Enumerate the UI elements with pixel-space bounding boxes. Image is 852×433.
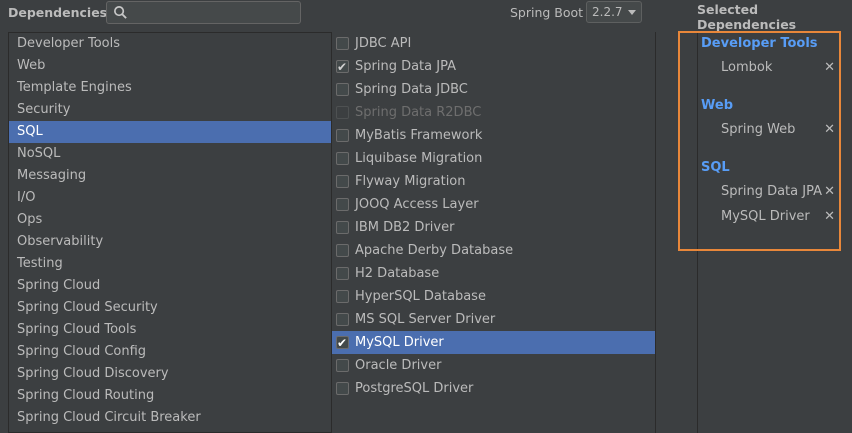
dependency-item: Spring Data R2DBC bbox=[332, 101, 655, 124]
category-item[interactable]: I/O bbox=[9, 187, 331, 209]
dependency-item[interactable]: JOOQ Access Layer bbox=[332, 193, 655, 216]
category-item[interactable]: Spring Cloud Tools bbox=[9, 319, 331, 341]
dependency-label: MS SQL Server Driver bbox=[355, 312, 496, 327]
chevron-down-icon bbox=[628, 10, 636, 15]
category-item[interactable]: SQL bbox=[9, 121, 331, 143]
dependency-label: IBM DB2 Driver bbox=[355, 220, 455, 235]
category-item[interactable]: Observability bbox=[9, 231, 331, 253]
category-item[interactable]: Security bbox=[9, 99, 331, 121]
category-item[interactable]: Spring Cloud Circuit Breaker bbox=[9, 407, 331, 429]
search-input[interactable] bbox=[133, 3, 293, 22]
checkbox[interactable] bbox=[336, 290, 349, 303]
remove-icon[interactable]: ✕ bbox=[824, 120, 835, 140]
category-item[interactable]: Spring Cloud bbox=[9, 275, 331, 297]
checkbox[interactable] bbox=[336, 244, 349, 257]
category-item[interactable]: Web bbox=[9, 55, 331, 77]
selected-group-title: Developer Tools bbox=[701, 36, 818, 51]
dependency-item[interactable]: MyBatis Framework bbox=[332, 124, 655, 147]
dependency-item[interactable]: Spring Data JDBC bbox=[332, 78, 655, 101]
category-item[interactable]: Testing bbox=[9, 253, 331, 275]
checkbox[interactable] bbox=[336, 129, 349, 142]
dependency-item[interactable]: Flyway Migration bbox=[332, 170, 655, 193]
dependency-item[interactable]: MySQL Driver bbox=[332, 331, 655, 355]
selected-dependencies-title: Selected Dependencies bbox=[697, 2, 797, 32]
selected-dependency-label: Lombok bbox=[721, 60, 773, 75]
category-item[interactable]: NoSQL bbox=[9, 143, 331, 165]
selected-group-title: Web bbox=[701, 98, 733, 113]
dependency-item[interactable]: Spring Data JPA bbox=[332, 55, 655, 79]
dependency-item[interactable]: Apache Derby Database bbox=[332, 239, 655, 262]
checkbox-checked[interactable] bbox=[336, 56, 349, 79]
dependency-item[interactable]: PostgreSQL Driver bbox=[332, 377, 655, 400]
dependency-list: JDBC API Spring Data JPA Spring Data JDBC S… bbox=[331, 32, 656, 433]
search-box[interactable] bbox=[106, 1, 301, 24]
spring-boot-label: Spring Boot bbox=[510, 5, 584, 20]
remove-icon[interactable]: ✕ bbox=[824, 58, 835, 78]
selected-dependency-item: Lombok ✕ bbox=[721, 58, 839, 78]
dependencies-title: Dependencies bbox=[8, 5, 108, 20]
category-list: Developer Tools Web Template Engines Securi… bbox=[8, 32, 331, 433]
dependency-label: Liquibase Migration bbox=[355, 151, 483, 166]
dependency-item[interactable]: JDBC API bbox=[332, 32, 655, 55]
category-item[interactable]: Spring Cloud Routing bbox=[9, 385, 331, 407]
spring-boot-version-value: 2.2.7 bbox=[592, 5, 623, 19]
dependency-item[interactable]: H2 Database bbox=[332, 262, 655, 285]
dependency-label: JDBC API bbox=[355, 36, 412, 51]
checkbox[interactable] bbox=[336, 37, 349, 50]
dependency-label: Spring Data R2DBC bbox=[355, 105, 482, 120]
dependency-label: PostgreSQL Driver bbox=[355, 381, 474, 396]
selected-dependency-item: Spring Web ✕ bbox=[721, 120, 839, 140]
selected-dependency-item: Spring Data JPA ✕ bbox=[721, 182, 839, 202]
dependency-label: H2 Database bbox=[355, 266, 440, 281]
category-item[interactable]: Spring Cloud Discovery bbox=[9, 363, 331, 385]
dependency-item[interactable]: HyperSQL Database bbox=[332, 285, 655, 308]
checkbox[interactable] bbox=[336, 152, 349, 165]
dependency-label: HyperSQL Database bbox=[355, 289, 486, 304]
dependency-item[interactable]: MS SQL Server Driver bbox=[332, 308, 655, 331]
dependency-item[interactable]: Liquibase Migration bbox=[332, 147, 655, 170]
checkbox[interactable] bbox=[336, 198, 349, 211]
category-item[interactable]: Messaging bbox=[9, 165, 331, 187]
dependency-label: MySQL Driver bbox=[355, 335, 444, 350]
checkbox[interactable] bbox=[336, 313, 349, 326]
checkbox[interactable] bbox=[336, 359, 349, 372]
checkbox[interactable] bbox=[336, 175, 349, 188]
dependency-label: Spring Data JPA bbox=[355, 59, 456, 74]
remove-icon[interactable]: ✕ bbox=[824, 207, 835, 227]
selected-dependency-label: Spring Data JPA bbox=[721, 184, 822, 199]
spring-boot-version-select[interactable]: 2.2.7 bbox=[586, 1, 642, 23]
selected-dependency-label: MySQL Driver bbox=[721, 209, 810, 224]
dependency-label: JOOQ Access Layer bbox=[355, 197, 479, 212]
category-item[interactable]: Developer Tools bbox=[9, 33, 331, 55]
dependency-label: MyBatis Framework bbox=[355, 128, 483, 143]
checkbox[interactable] bbox=[336, 267, 349, 280]
category-item[interactable]: Spring Cloud Config bbox=[9, 341, 331, 363]
dependency-label: Apache Derby Database bbox=[355, 243, 514, 258]
selected-dependency-item: MySQL Driver ✕ bbox=[721, 207, 839, 227]
selected-dependency-label: Spring Web bbox=[721, 122, 796, 137]
checkbox[interactable] bbox=[336, 83, 349, 96]
dependency-label: Spring Data JDBC bbox=[355, 82, 468, 97]
dependency-label: Oracle Driver bbox=[355, 358, 442, 373]
selected-group-title: SQL bbox=[701, 160, 730, 175]
search-icon bbox=[114, 6, 127, 19]
category-item[interactable]: Template Engines bbox=[9, 77, 331, 99]
category-item[interactable]: Spring Cloud Security bbox=[9, 297, 331, 319]
dependency-label: Flyway Migration bbox=[355, 174, 466, 189]
checkbox[interactable] bbox=[336, 221, 349, 234]
checkbox bbox=[336, 106, 349, 119]
remove-icon[interactable]: ✕ bbox=[824, 182, 835, 202]
checkbox-checked[interactable] bbox=[336, 332, 349, 355]
checkbox[interactable] bbox=[336, 382, 349, 395]
dependency-item[interactable]: IBM DB2 Driver bbox=[332, 216, 655, 239]
dependency-item[interactable]: Oracle Driver bbox=[332, 354, 655, 377]
category-item[interactable]: Ops bbox=[9, 209, 331, 231]
